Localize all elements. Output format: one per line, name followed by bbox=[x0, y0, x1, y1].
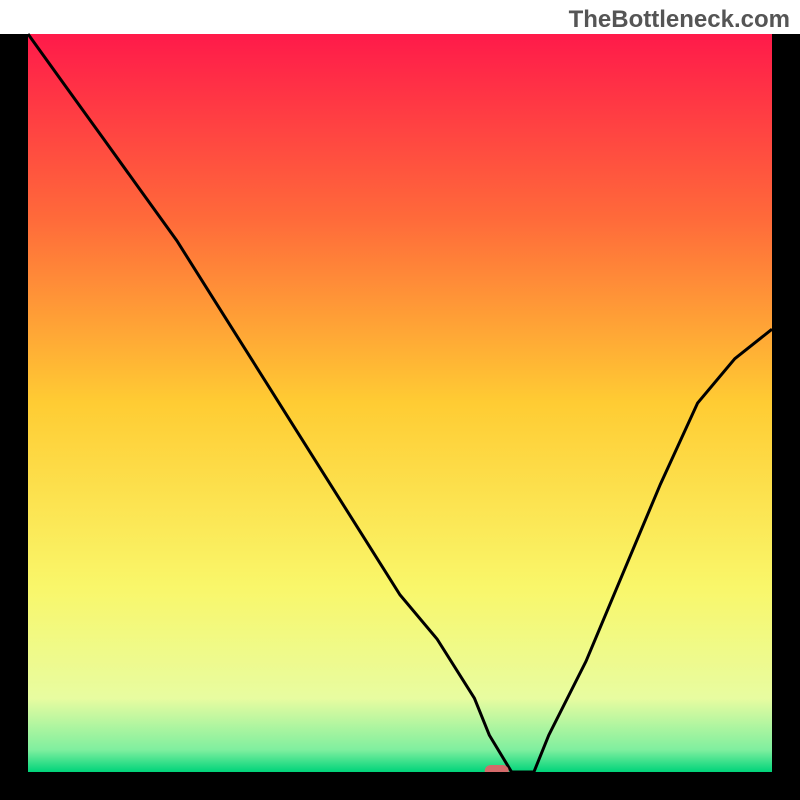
frame-bottom bbox=[0, 772, 800, 800]
watermark-text: TheBottleneck.com bbox=[569, 6, 790, 34]
gradient-background bbox=[28, 34, 772, 772]
frame-left bbox=[0, 34, 28, 800]
bottleneck-chart: TheBottleneck.com bbox=[0, 0, 800, 800]
frame-right bbox=[772, 34, 800, 800]
chart-svg bbox=[0, 0, 800, 800]
